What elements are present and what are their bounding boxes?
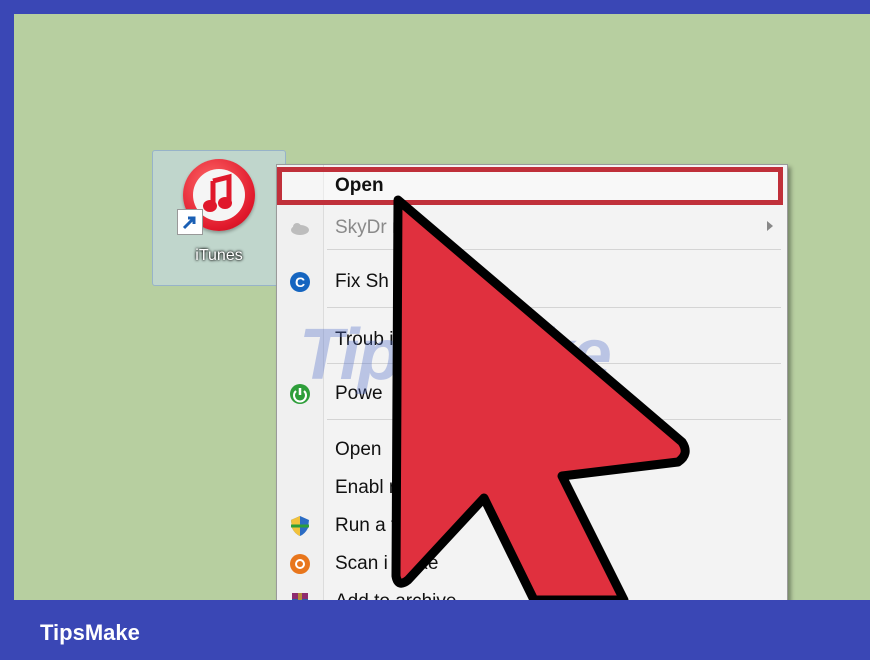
footer-bar: TipsMake [0, 600, 870, 660]
desktop: iTunes Open SkyDr ro C Fix Sh Troub ilit… [14, 14, 870, 600]
pointer-arrow-annotation [391, 195, 690, 600]
brand-label: TipsMake [40, 620, 140, 645]
frame: iTunes Open SkyDr ro C Fix Sh Troub ilit… [0, 0, 870, 660]
